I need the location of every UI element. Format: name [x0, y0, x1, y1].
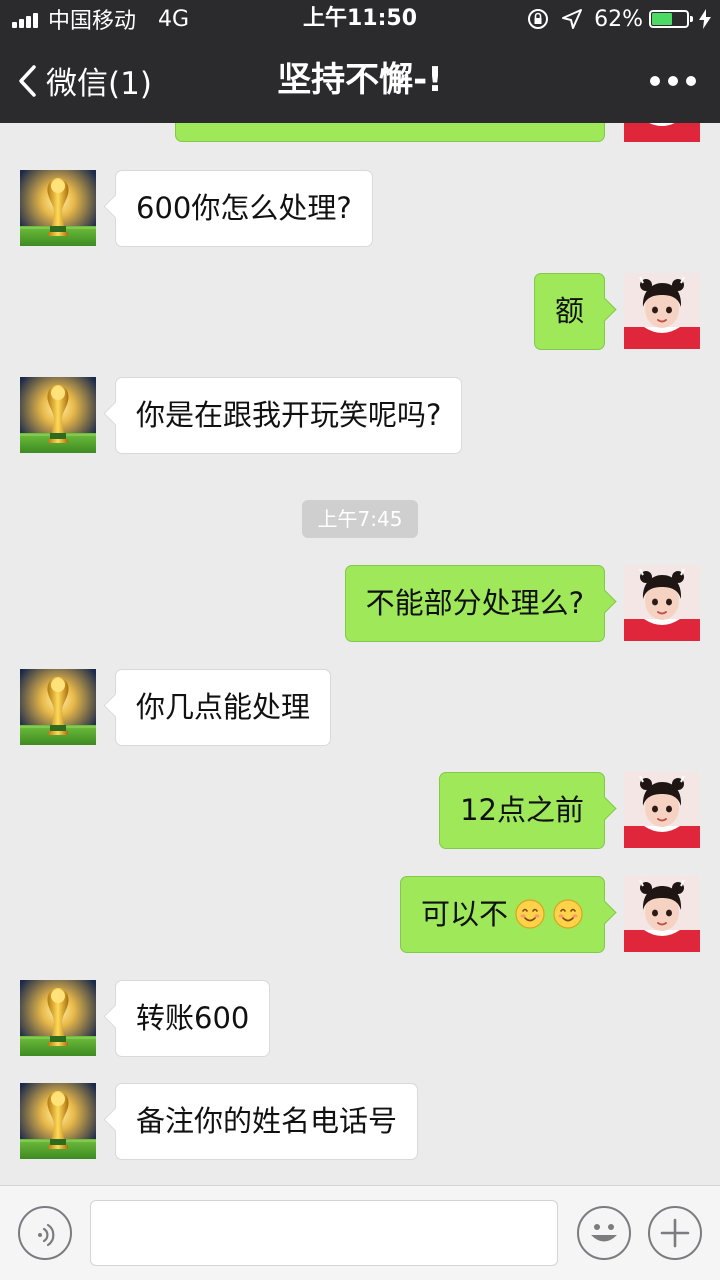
- dot-icon: [650, 76, 660, 86]
- smile-emoji-icon: [552, 898, 584, 930]
- voice-icon: [38, 1223, 55, 1247]
- emoji-face-icon: [591, 1224, 617, 1242]
- message-bubble[interactable]: 可以不: [399, 876, 605, 953]
- time-divider: 上午7:45: [302, 500, 418, 538]
- world-cup-trophy-avatar[interactable]: [20, 170, 96, 246]
- status-right: 62%: [526, 0, 712, 38]
- girl-photo-avatar[interactable]: [624, 772, 700, 848]
- plus-icon: [660, 1218, 690, 1248]
- message-bubble[interactable]: 12点之前: [439, 772, 605, 849]
- emoji-button[interactable]: [577, 1206, 631, 1260]
- message-text: 你是在跟我开玩笑呢吗?: [136, 398, 442, 432]
- message-input[interactable]: [90, 1200, 558, 1266]
- status-bar: 中国移动 4G 上午11:50 62%: [0, 0, 720, 38]
- rotation-lock-icon: [528, 9, 549, 29]
- girl-photo-avatar[interactable]: [624, 565, 700, 641]
- message-bubble[interactable]: 不能部分处理么?: [344, 565, 605, 642]
- world-cup-trophy-avatar[interactable]: [20, 669, 96, 745]
- world-cup-trophy-avatar[interactable]: [20, 980, 96, 1056]
- message-text: 不能部分处理么?: [365, 586, 584, 620]
- message-text: 备注你的姓名电话号: [136, 1104, 398, 1138]
- world-cup-trophy-avatar[interactable]: [20, 377, 96, 453]
- battery-percent: 62%: [594, 6, 643, 32]
- battery-fill: [652, 13, 672, 25]
- smile-emoji-icon: [514, 898, 546, 930]
- dot-icon: [668, 76, 678, 86]
- message-bubble[interactable]: 600你怎么处理?: [115, 170, 373, 247]
- message-text: 可以不: [420, 897, 508, 931]
- more-options-button[interactable]: [650, 70, 696, 92]
- location-arrow-icon: [562, 9, 583, 29]
- battery-icon: [649, 10, 693, 28]
- girl-photo-avatar[interactable]: [624, 876, 700, 952]
- chat-area[interactable]: 600你怎么处理? 额 你是在跟我开玩笑呢吗? 上午7:45 不能部分处理么? …: [0, 123, 720, 1185]
- girl-photo-avatar[interactable]: [624, 123, 700, 142]
- nav-bar: 微信(1) 坚持不懈-!: [0, 38, 720, 123]
- plus-button[interactable]: [648, 1206, 702, 1260]
- input-bar: [0, 1185, 720, 1280]
- voice-button[interactable]: [18, 1206, 72, 1260]
- message-bubble[interactable]: 转账600: [115, 980, 271, 1057]
- message-text: 你几点能处理: [136, 690, 311, 724]
- message-text: 12点之前: [460, 793, 584, 827]
- girl-photo-avatar[interactable]: [624, 273, 700, 349]
- message-bubble[interactable]: 备注你的姓名电话号: [115, 1083, 419, 1160]
- message-bubble[interactable]: 额: [533, 273, 605, 350]
- message-bubble[interactable]: 你几点能处理: [115, 669, 332, 746]
- chat-title: 坚持不懈-!: [277, 60, 443, 100]
- charging-bolt-icon: [699, 9, 711, 29]
- message-text: 转账600: [136, 1001, 250, 1035]
- message-text: 600你怎么处理?: [136, 191, 352, 225]
- dot-icon: [686, 76, 696, 86]
- message-bubble[interactable]: 你是在跟我开玩笑呢吗?: [115, 377, 463, 454]
- message-text: 额: [554, 294, 584, 328]
- world-cup-trophy-avatar[interactable]: [20, 1083, 96, 1159]
- message-bubble-partial: [175, 123, 605, 142]
